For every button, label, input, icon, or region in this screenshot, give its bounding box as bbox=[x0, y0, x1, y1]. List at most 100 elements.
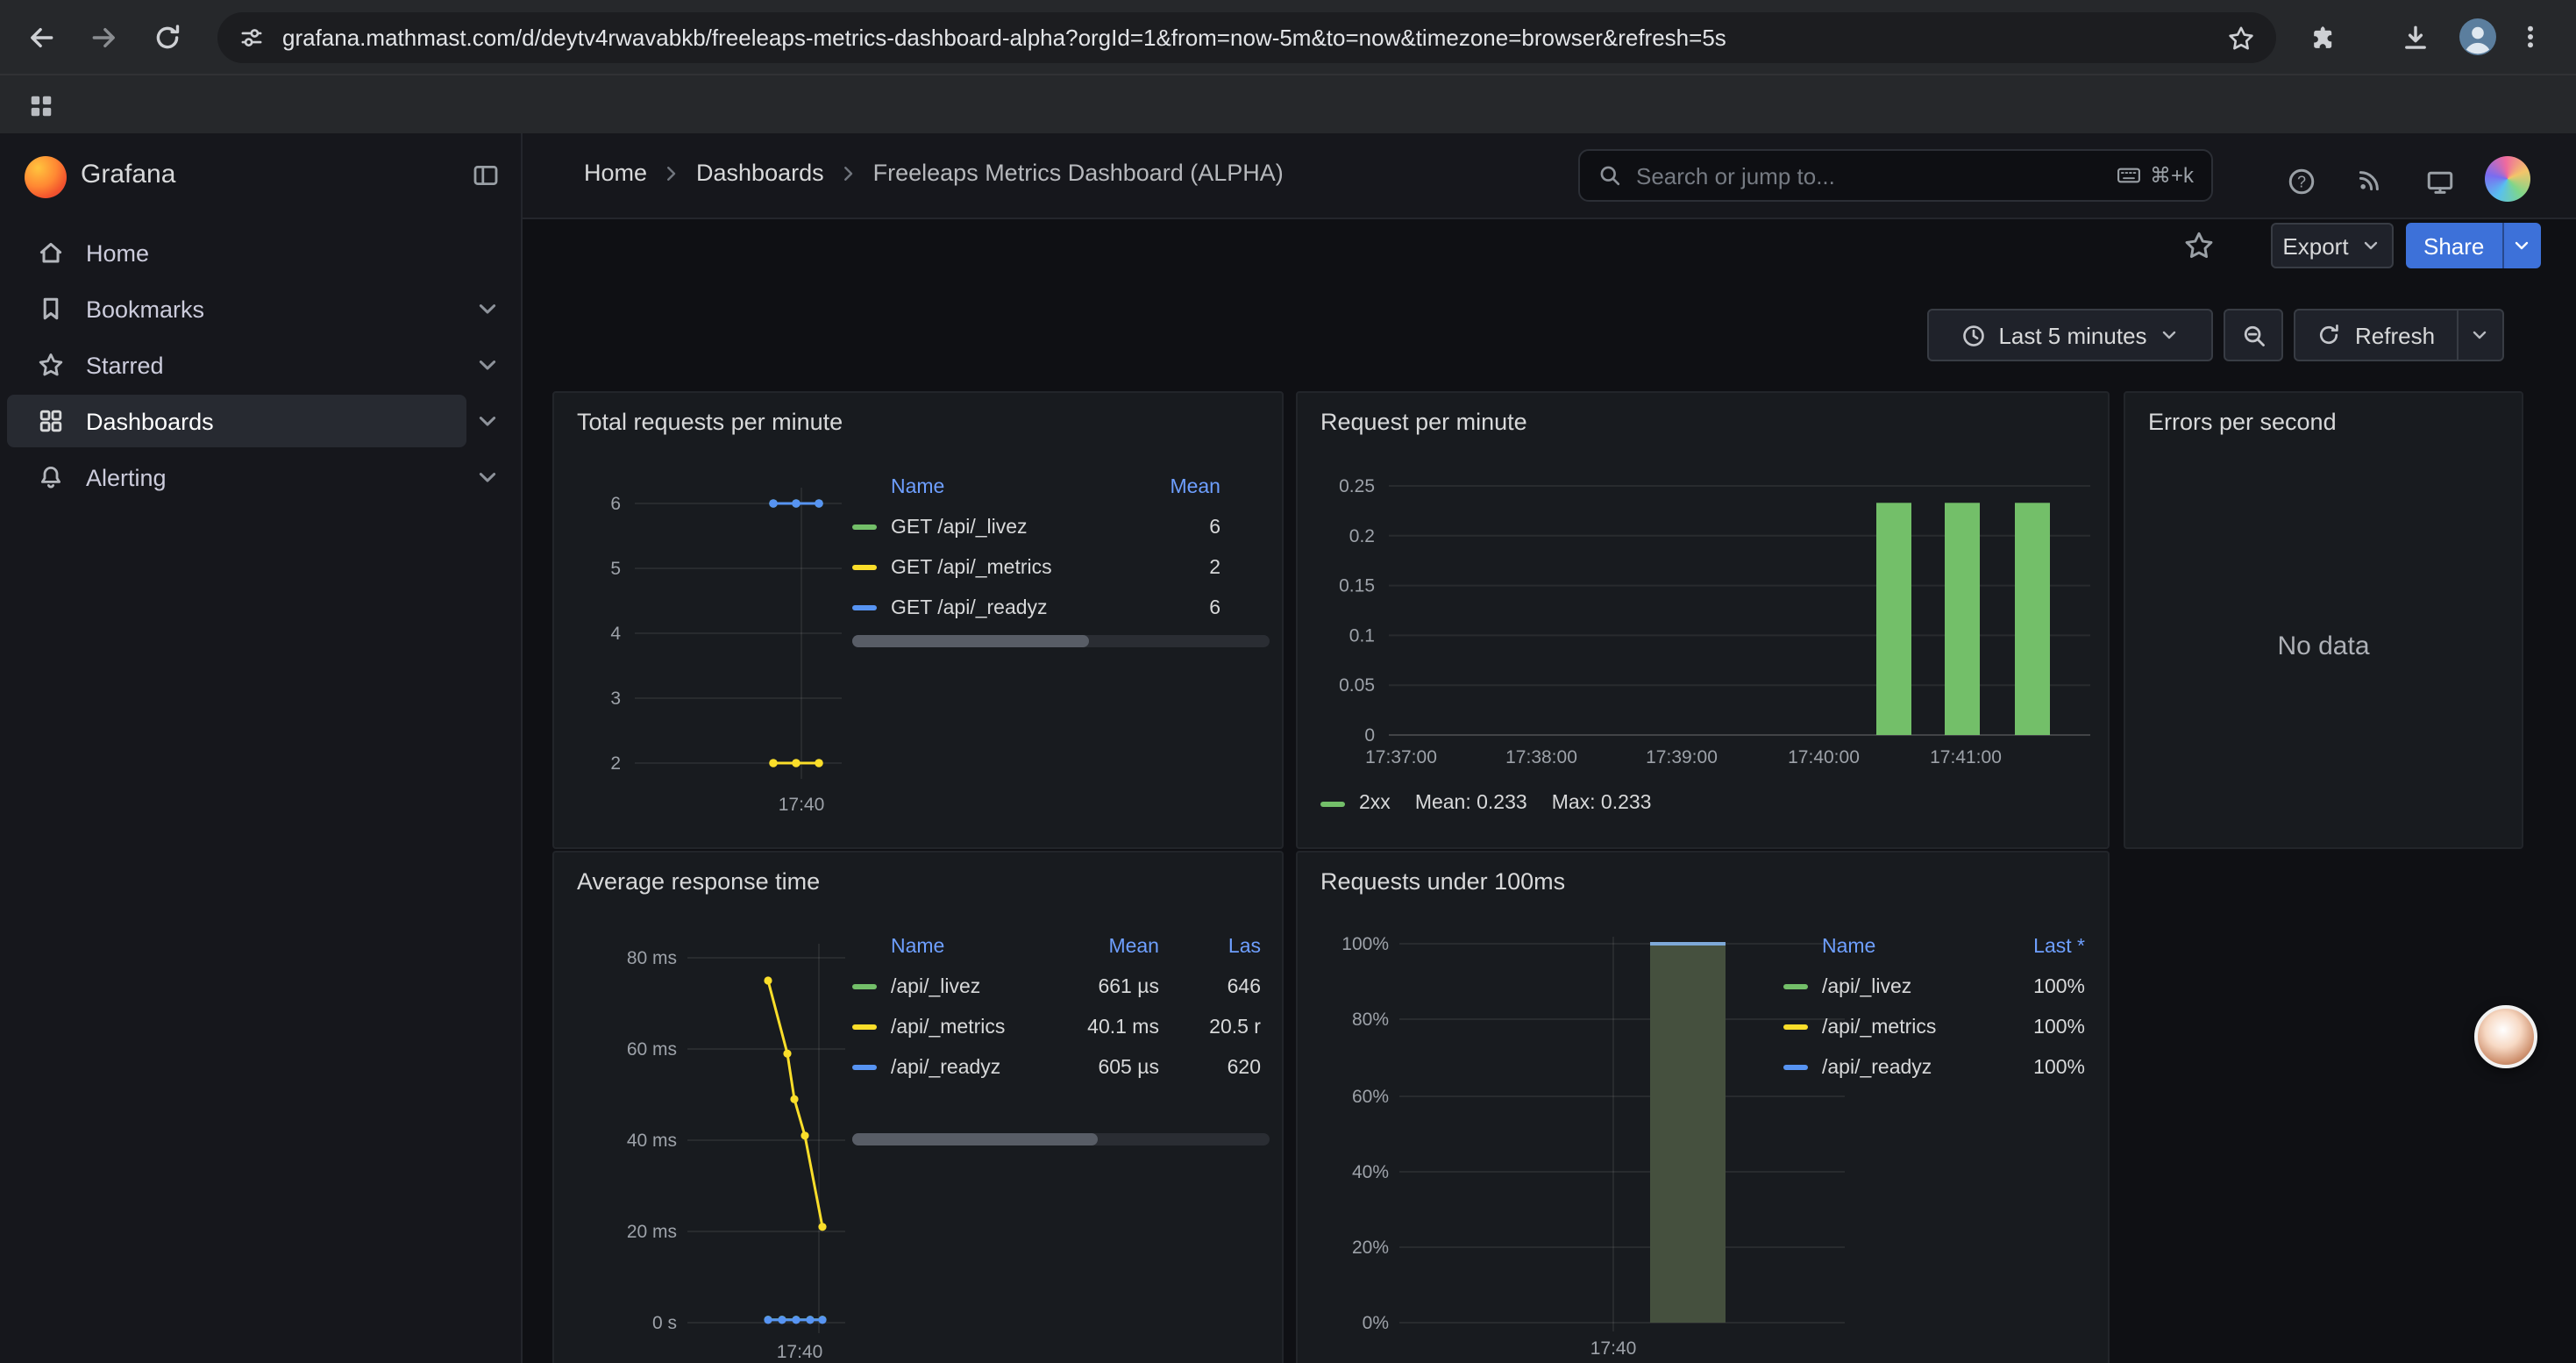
svg-text:2: 2 bbox=[610, 753, 621, 774]
dock-menu-icon[interactable] bbox=[463, 153, 509, 198]
legend-scrollbar[interactable] bbox=[852, 635, 1270, 647]
sidebar-item-bookmarks[interactable]: Bookmarks bbox=[7, 282, 516, 335]
series-color-icon bbox=[1320, 801, 1345, 806]
refresh-icon bbox=[2316, 323, 2341, 347]
panel-title[interactable]: Average response time bbox=[577, 868, 820, 895]
sidebar-item-dashboards[interactable]: Dashboards bbox=[7, 395, 516, 447]
legend-row[interactable]: /api/_metrics 40.1 ms 20.5 r bbox=[852, 1007, 1261, 1047]
legend-row[interactable]: GET /api/_livez 6 bbox=[852, 507, 1270, 547]
breadcrumb-dashboards[interactable]: Dashboards bbox=[696, 160, 824, 186]
downloads-icon[interactable] bbox=[2392, 14, 2437, 60]
legend-row[interactable]: /api/_livez 661 µs 646 bbox=[852, 967, 1261, 1007]
extensions-icon[interactable] bbox=[2299, 14, 2345, 60]
panel-title[interactable]: Request per minute bbox=[1320, 409, 1527, 435]
legend-table: Name Last * /api/_livez 100% /api/_metri… bbox=[1783, 928, 2089, 1088]
apps-grid-icon[interactable] bbox=[18, 82, 63, 128]
series-color-icon bbox=[852, 1024, 877, 1030]
series-color-icon bbox=[1783, 1065, 1808, 1070]
export-button[interactable]: Export bbox=[2271, 223, 2394, 268]
address-bar[interactable]: grafana.mathmast.com/d/deytv4rwavabkb/fr… bbox=[217, 12, 2276, 63]
search-icon bbox=[1598, 163, 1622, 188]
svg-text:0.05: 0.05 bbox=[1339, 675, 1375, 696]
legend-inline[interactable]: 2xx Mean: 0.233 Max: 0.233 bbox=[1320, 793, 1652, 814]
sidebar-item-alerting[interactable]: Alerting bbox=[7, 451, 516, 503]
svg-text:0.25: 0.25 bbox=[1339, 477, 1375, 496]
legend-header-last[interactable]: Last * bbox=[2033, 937, 2085, 958]
menu-kebab-icon[interactable] bbox=[2513, 14, 2548, 60]
browser-toolbar: grafana.mathmast.com/d/deytv4rwavabkb/fr… bbox=[0, 0, 2576, 74]
share-button[interactable]: Share bbox=[2406, 223, 2501, 268]
legend-row[interactable]: GET /api/_readyz 6 bbox=[852, 588, 1270, 628]
chevron-down-icon[interactable] bbox=[473, 351, 502, 379]
panel-title[interactable]: Errors per second bbox=[2148, 409, 2337, 435]
sidebar-item-starred[interactable]: Starred bbox=[7, 339, 516, 391]
chevron-down-icon bbox=[2160, 325, 2181, 346]
legend-header-last[interactable]: Las bbox=[1173, 937, 1261, 958]
chevron-down-icon[interactable] bbox=[473, 295, 502, 323]
home-icon bbox=[37, 239, 65, 267]
favorite-star-icon[interactable] bbox=[2174, 221, 2224, 270]
svg-text:5: 5 bbox=[610, 559, 621, 579]
svg-text:6: 6 bbox=[610, 494, 621, 514]
grafana-logo[interactable] bbox=[25, 156, 67, 198]
legend-header-name[interactable]: Name bbox=[891, 937, 1050, 958]
svg-text:0 s: 0 s bbox=[652, 1313, 677, 1333]
legend-row[interactable]: /api/_readyz 605 µs 620 bbox=[852, 1047, 1261, 1088]
refresh-button[interactable]: Refresh bbox=[2295, 310, 2456, 360]
svg-text:0.15: 0.15 bbox=[1339, 576, 1375, 596]
brand-title: Grafana bbox=[81, 160, 175, 189]
search-input[interactable]: Search or jump to... ⌘+k bbox=[1578, 149, 2213, 202]
bell-icon bbox=[37, 463, 65, 491]
svg-text:0%: 0% bbox=[1363, 1313, 1389, 1333]
bookmark-star-icon[interactable] bbox=[2227, 24, 2255, 52]
chart-request-per-minute[interactable]: 0.250.20.150.10.05017:37:0017:38:0017:39… bbox=[1322, 477, 2094, 802]
back-button[interactable] bbox=[18, 14, 63, 60]
breadcrumb-home[interactable]: Home bbox=[584, 160, 647, 186]
chevron-down-icon[interactable] bbox=[473, 463, 502, 491]
chevron-down-icon bbox=[2361, 235, 2382, 256]
legend-table: Name Mean GET /api/_livez 6 GET /api/_me… bbox=[852, 468, 1270, 628]
svg-text:100%: 100% bbox=[1341, 937, 1389, 954]
zoom-out-button[interactable] bbox=[2224, 309, 2283, 361]
reload-button[interactable] bbox=[144, 14, 189, 60]
site-settings-icon[interactable] bbox=[238, 25, 265, 51]
panel-title[interactable]: Requests under 100ms bbox=[1320, 868, 1565, 895]
chart-average-response-time[interactable]: 80 ms60 ms40 ms20 ms0 s17:40 bbox=[579, 937, 845, 1363]
legend-table: Name Mean Las /api/_livez 661 µs 646 /ap… bbox=[852, 928, 1270, 1088]
legend-row[interactable]: /api/_readyz 100% bbox=[1783, 1047, 2085, 1088]
bookmarks-bar: Freeleaps 收藏博客 bbox=[0, 74, 2576, 133]
series-color-icon bbox=[1783, 1024, 1808, 1030]
user-avatar[interactable] bbox=[2485, 156, 2530, 202]
sidebar-item-home[interactable]: Home bbox=[7, 226, 516, 279]
panel-request-per-minute: Request per minute 0.250.20.150.10.05017… bbox=[1296, 391, 2110, 849]
chart-requests-under-100ms[interactable]: 100%80%60%40%20%0%17:40 bbox=[1322, 937, 1848, 1363]
legend-header-name[interactable]: Name bbox=[1822, 937, 2033, 958]
chart-total-requests[interactable]: 6543217:40 bbox=[579, 477, 845, 828]
shortcut-hint: ⌘+k bbox=[2117, 163, 2194, 188]
monitor-icon[interactable] bbox=[2415, 156, 2464, 205]
share-menu-chevron[interactable] bbox=[2501, 223, 2540, 268]
time-range-picker[interactable]: Last 5 minutes bbox=[1927, 309, 2213, 361]
forward-button[interactable] bbox=[81, 14, 126, 60]
svg-text:80%: 80% bbox=[1352, 1010, 1389, 1030]
news-rss-icon[interactable] bbox=[2345, 156, 2394, 205]
legend-row[interactable]: /api/_metrics 100% bbox=[1783, 1007, 2085, 1047]
chevron-down-icon[interactable] bbox=[473, 407, 502, 435]
legend-row[interactable]: /api/_livez 100% bbox=[1783, 967, 2085, 1007]
legend-scrollbar[interactable] bbox=[852, 1133, 1270, 1145]
series-color-icon bbox=[852, 1065, 877, 1070]
panel-requests-under-100ms: Requests under 100ms 100%80%60%40%20%0%1… bbox=[1296, 851, 2110, 1363]
legend-row[interactable]: GET /api/_metrics 2 bbox=[852, 547, 1270, 588]
legend-header-mean[interactable]: Mean bbox=[1170, 477, 1220, 498]
breadcrumb-current: Freeleaps Metrics Dashboard (ALPHA) bbox=[873, 160, 1284, 186]
legend-header-mean[interactable]: Mean bbox=[1050, 937, 1159, 958]
floating-avatar[interactable] bbox=[2474, 1005, 2537, 1068]
legend-header-name[interactable]: Name bbox=[891, 477, 944, 498]
zoom-out-icon bbox=[2240, 322, 2266, 348]
svg-text:40 ms: 40 ms bbox=[627, 1131, 677, 1151]
profile-avatar[interactable] bbox=[2455, 14, 2501, 60]
help-icon[interactable]: ? bbox=[2276, 156, 2325, 205]
svg-text:17:39:00: 17:39:00 bbox=[1646, 747, 1718, 767]
panel-title[interactable]: Total requests per minute bbox=[577, 409, 843, 435]
refresh-interval-chevron[interactable] bbox=[2456, 310, 2501, 360]
